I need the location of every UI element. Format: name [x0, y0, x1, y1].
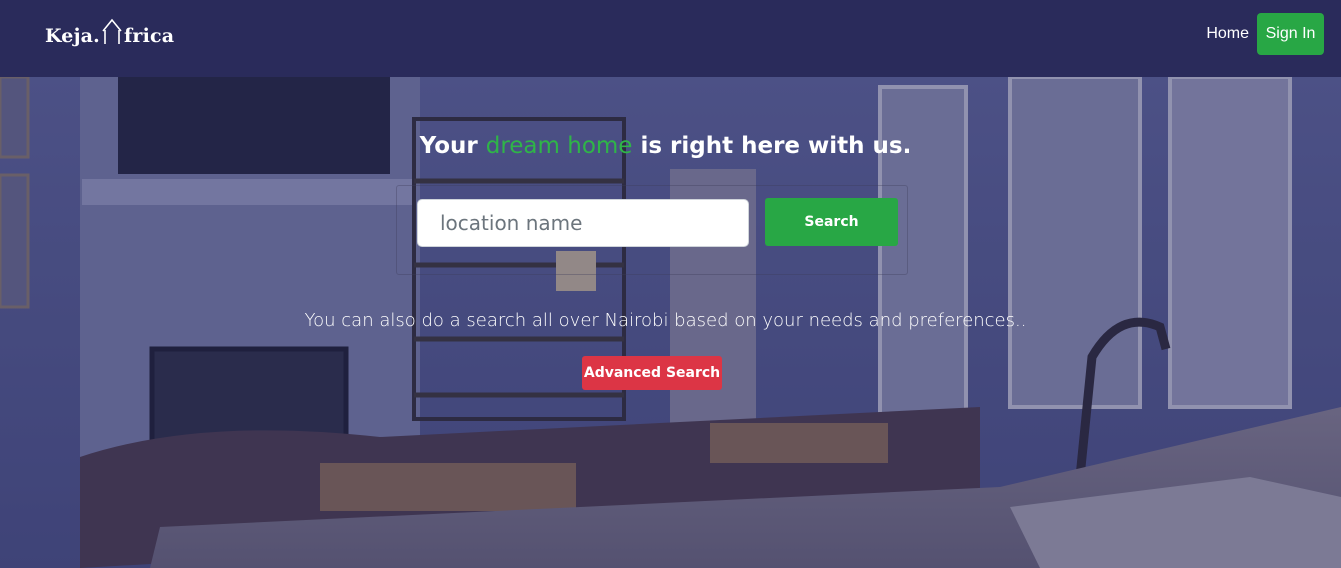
headline-prefix: Your — [419, 133, 486, 159]
headline-suffix: is right here with us. — [632, 133, 912, 159]
nav-links: Home Sign In — [1206, 13, 1324, 55]
navbar: Keja. frica Home Sign In — [0, 0, 1341, 77]
hero-subtext: You can also do a search all over Nairob… — [304, 310, 1027, 331]
advanced-search-button[interactable]: Advanced Search — [582, 356, 722, 390]
headline-accent: dream home — [485, 133, 633, 159]
nav-home-link[interactable]: Home — [1206, 25, 1249, 43]
search-button[interactable]: Search — [765, 198, 898, 246]
house-outline-icon — [102, 18, 122, 44]
brand-logo[interactable]: Keja. frica — [45, 18, 175, 50]
brand-name-left: Keja. — [45, 25, 100, 47]
location-search-input[interactable] — [417, 199, 749, 247]
hero-section: Your dream home is right here with us. S… — [0, 77, 1341, 568]
brand-name-right: frica — [124, 25, 175, 47]
hero-headline: Your dream home is right here with us. — [0, 133, 1331, 159]
signin-button[interactable]: Sign In — [1257, 13, 1324, 55]
